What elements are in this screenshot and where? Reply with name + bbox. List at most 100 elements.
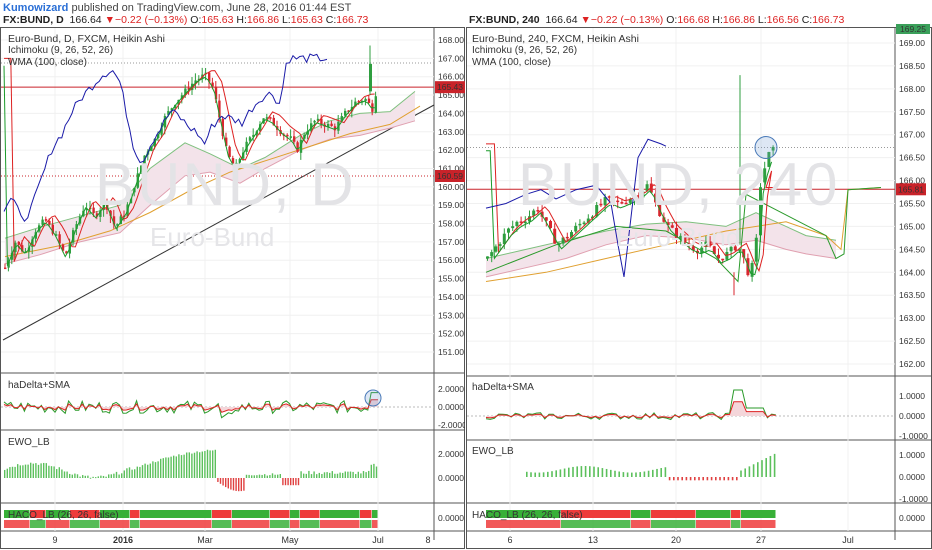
ewo-title[interactable]: EWO_LB xyxy=(472,446,514,457)
ewo-bar xyxy=(677,477,679,481)
haco-bar-top xyxy=(140,510,212,518)
ewo-bar xyxy=(547,471,549,477)
haco-bar-bottom xyxy=(232,520,270,528)
candle-body xyxy=(494,246,498,252)
ewo-bar xyxy=(160,458,162,478)
ewo-bar xyxy=(30,462,32,478)
candle-body xyxy=(4,267,7,270)
low-value: 165.63 xyxy=(290,14,323,26)
ewo-bar xyxy=(284,478,287,486)
ewo-bar xyxy=(731,477,734,481)
ewo-bar xyxy=(329,472,331,478)
ewo-bar xyxy=(274,474,276,478)
ewo-bar xyxy=(310,474,313,478)
candle-body xyxy=(754,237,758,262)
haco-title[interactable]: HACO_LB (26, 26, false) xyxy=(8,510,119,521)
price-tick-label: 166.00 xyxy=(438,72,464,82)
intraday-chart-svg: 169.00168.50168.00167.50167.00166.50166.… xyxy=(466,24,932,549)
ewo-bar xyxy=(261,474,263,478)
ewo-bar xyxy=(526,471,528,477)
ewo-bar xyxy=(694,477,696,481)
ewo-bar xyxy=(128,467,131,478)
ewo-bar xyxy=(702,477,704,481)
time-axis-label: May xyxy=(281,535,299,545)
ichimoku-label[interactable]: Ichimoku (9, 26, 52, 26) xyxy=(472,45,639,57)
haco-bar-bottom xyxy=(731,520,741,528)
ewo-bar xyxy=(723,477,725,481)
haco-bar-bottom xyxy=(290,520,300,528)
ewo-bar xyxy=(79,476,81,478)
haco-bar-top xyxy=(290,510,300,518)
hadelta-tick: -1.0000 xyxy=(899,431,928,441)
ichimoku-label[interactable]: Ichimoku (9, 26, 52, 26) xyxy=(8,45,165,57)
ewo-bar xyxy=(139,466,141,478)
ewo-bar xyxy=(48,465,50,478)
haco-bar-top xyxy=(130,510,140,518)
ewo-tick: 1.0000 xyxy=(899,450,925,460)
symbol-header: FX:BUND, 240 166.64 ▼−0.22 (−0.13%) O:16… xyxy=(469,14,845,26)
ewo-bar xyxy=(167,457,170,478)
ewo-bar xyxy=(209,450,211,478)
spike-candle xyxy=(369,63,372,92)
candle-body xyxy=(511,226,515,229)
haco-bar-top xyxy=(360,510,372,518)
time-axis-label: 20 xyxy=(671,535,681,545)
down-arrow-icon: ▼ xyxy=(104,14,115,26)
candle-body xyxy=(725,251,729,260)
price-tick-label: 169.00 xyxy=(899,38,925,48)
haco-title[interactable]: HACO_LB (26, 26, false) xyxy=(472,510,583,521)
symbol-name[interactable]: FX:BUND, 240 xyxy=(469,14,540,26)
symbol-name[interactable]: FX:BUND, D xyxy=(3,14,64,26)
haco-bar-bottom xyxy=(741,520,776,528)
ewo-bar xyxy=(71,474,73,478)
price-tick-label: 167.00 xyxy=(438,53,464,63)
candle-body xyxy=(48,220,51,225)
top-price-label: 169.25 xyxy=(900,24,926,34)
ewo-bar xyxy=(230,478,232,490)
price-tick-label: 152.00 xyxy=(438,329,464,339)
ewo-bar xyxy=(292,478,294,486)
candle-body xyxy=(549,221,552,229)
candle-body xyxy=(289,136,292,138)
open-value: 165.63 xyxy=(201,14,234,26)
candle-body xyxy=(515,221,519,227)
candle-body xyxy=(490,252,494,257)
series-description[interactable]: Euro-Bund, 240, FXCM, Heikin Ashi xyxy=(472,33,639,45)
price-label-resistance: 165.81 xyxy=(898,184,924,194)
ewo-bar xyxy=(336,473,339,478)
ewo-bar xyxy=(110,474,112,478)
candle-body xyxy=(507,228,510,233)
ewo-title[interactable]: EWO_LB xyxy=(8,437,50,448)
ewo-bar xyxy=(538,472,541,477)
wma-label[interactable]: WMA (100, close) xyxy=(8,57,165,69)
series-description[interactable]: Euro-Bund, D, FXCM, Heikin Ashi xyxy=(8,33,165,45)
highlight-circle xyxy=(364,389,382,407)
wma-label[interactable]: WMA (100, close) xyxy=(472,57,639,69)
ewo-bar xyxy=(92,476,94,478)
ewo-bar xyxy=(131,469,133,478)
ewo-bar xyxy=(365,472,367,478)
price-tick-label: 164.00 xyxy=(899,267,925,277)
ewo-bar xyxy=(100,475,102,478)
ewo-bar xyxy=(165,457,167,478)
ewo-bar xyxy=(555,470,557,477)
hadelta-title[interactable]: haDelta+SMA xyxy=(472,382,534,393)
ewo-bar xyxy=(214,449,216,478)
ewo-bar xyxy=(53,466,55,478)
ewo-bar xyxy=(279,474,281,478)
ewo-bar xyxy=(710,477,713,481)
haco-bar-top xyxy=(232,510,270,518)
ewo-bar xyxy=(17,464,19,478)
haco-bar-top xyxy=(270,510,290,518)
ewo-bar xyxy=(339,472,341,478)
candle-body xyxy=(721,258,725,261)
low-value: 166.56 xyxy=(766,14,799,26)
ewo-bar xyxy=(152,461,154,478)
ewo-bar xyxy=(40,463,42,478)
ewo-bar xyxy=(14,466,16,478)
ewo-bar xyxy=(95,477,97,479)
hadelta-title[interactable]: haDelta+SMA xyxy=(8,380,70,391)
haco-bar-top xyxy=(300,510,320,518)
ewo-bar xyxy=(24,464,27,478)
ewo-bar xyxy=(597,467,599,477)
